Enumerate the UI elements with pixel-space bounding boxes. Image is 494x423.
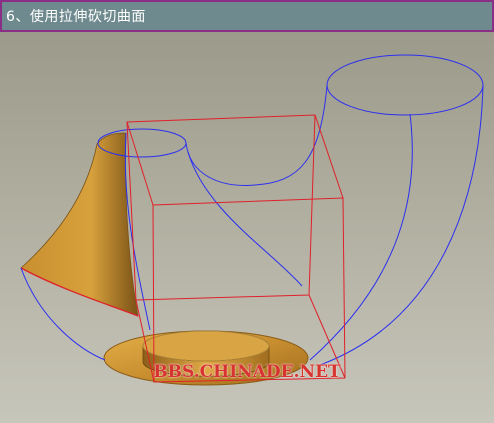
trimmed-flared-surface[interactable] (20, 132, 139, 317)
window-title: 6、使用拉伸砍切曲面 (6, 9, 146, 25)
watermark: BBS.CHINADE.NET (153, 362, 341, 382)
app-window: 6、使用拉伸砍切曲面 BBS.CHINADE.NET (0, 0, 494, 423)
title-bar: 6、使用拉伸砍切曲面 (0, 0, 494, 32)
